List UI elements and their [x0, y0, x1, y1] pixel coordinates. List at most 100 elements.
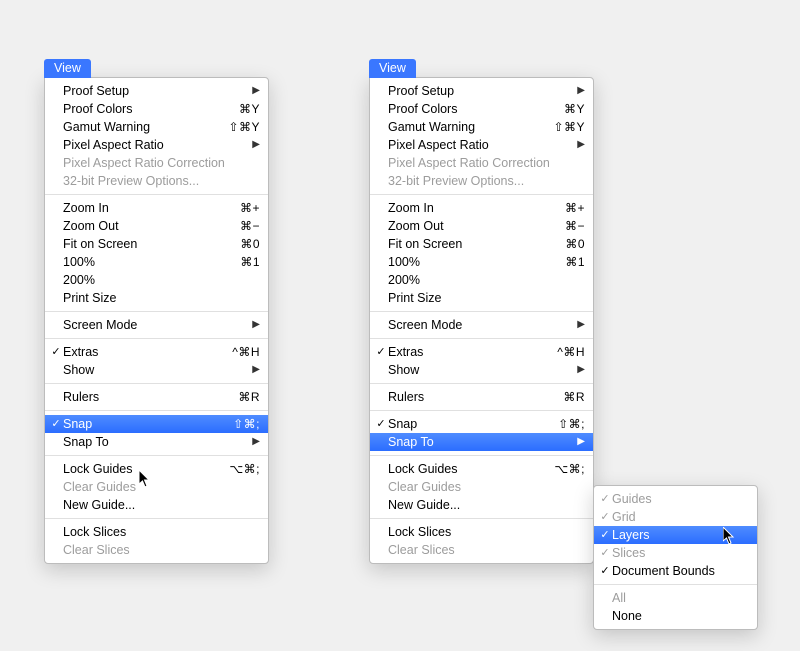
menu-item-screen-mode[interactable]: Screen Mode▶ — [45, 316, 268, 334]
menu-shortcut: ⌘1 — [549, 253, 585, 271]
menu-item-label: Proof Colors — [63, 100, 224, 118]
menu-item-zoom-200[interactable]: 200% — [45, 271, 268, 289]
menu-item-label: Show — [63, 361, 246, 379]
menu-item-proof-colors[interactable]: Proof Colors⌘Y — [370, 100, 593, 118]
menu-item-show[interactable]: Show▶ — [370, 361, 593, 379]
menu-item-label: Zoom In — [388, 199, 549, 217]
chevron-right-icon: ▶ — [571, 82, 585, 100]
menu-shortcut: ⌘R — [549, 388, 585, 406]
menu-item-extras[interactable]: ✓Extras^⌘H — [45, 343, 268, 361]
menu-item-snap-to[interactable]: Snap To▶ — [45, 433, 268, 451]
menu-item-label: Pixel Aspect Ratio Correction — [63, 154, 260, 172]
menu-item-rulers[interactable]: Rulers⌘R — [45, 388, 268, 406]
menu-item-label: Gamut Warning — [63, 118, 222, 136]
menu-item-lock-guides[interactable]: Lock Guides⌥⌘; — [45, 460, 268, 478]
check-icon: ✓ — [598, 490, 612, 508]
menu-separator — [45, 194, 268, 195]
chevron-right-icon: ▶ — [571, 433, 585, 451]
menu-item-label: Fit on Screen — [388, 235, 549, 253]
menu-shortcut: ^⌘H — [224, 343, 260, 361]
menu-item-print-size[interactable]: Print Size — [45, 289, 268, 307]
menu-item-label: Zoom Out — [388, 217, 549, 235]
menu-item-snap[interactable]: ✓Snap⇧⌘; — [45, 415, 268, 433]
menu-shortcut: ⌘0 — [224, 235, 260, 253]
menu-separator — [370, 194, 593, 195]
menu-separator — [45, 410, 268, 411]
menu-item-label: Snap — [63, 415, 224, 433]
menu-item-zoom-100[interactable]: 100%⌘1 — [370, 253, 593, 271]
menu-item-zoom-100[interactable]: 100%⌘1 — [45, 253, 268, 271]
menu-item-snap-grid: ✓Grid — [594, 508, 757, 526]
menu-item-label: Fit on Screen — [63, 235, 224, 253]
menu-item-snap-to[interactable]: Snap To▶ — [370, 433, 593, 451]
menu-title[interactable]: View — [369, 59, 416, 78]
menu-item-zoom-in[interactable]: Zoom In⌘+ — [45, 199, 268, 217]
menu-item-lock-slices[interactable]: Lock Slices — [45, 523, 268, 541]
check-icon: ✓ — [374, 415, 388, 433]
menu-separator — [370, 455, 593, 456]
view-menu-right[interactable]: View Proof Setup▶Proof Colors⌘YGamut War… — [369, 77, 594, 564]
chevron-right-icon: ▶ — [246, 136, 260, 154]
menu-item-pixel-aspect-ratio[interactable]: Pixel Aspect Ratio▶ — [45, 136, 268, 154]
menu-item-lock-slices[interactable]: Lock Slices — [370, 523, 593, 541]
menu-item-zoom-200[interactable]: 200% — [370, 271, 593, 289]
menu-separator — [370, 383, 593, 384]
menu-separator — [45, 455, 268, 456]
chevron-right-icon: ▶ — [246, 433, 260, 451]
menu-item-label: Snap — [388, 415, 549, 433]
menu-item-label: 200% — [63, 271, 260, 289]
menu-item-zoom-in[interactable]: Zoom In⌘+ — [370, 199, 593, 217]
chevron-right-icon: ▶ — [246, 82, 260, 100]
snap-to-submenu[interactable]: ✓Guides✓Grid✓Layers✓Slices✓Document Boun… — [593, 485, 758, 630]
menu-item-zoom-out[interactable]: Zoom Out⌘− — [45, 217, 268, 235]
menu-item-label: Pixel Aspect Ratio Correction — [388, 154, 585, 172]
menu-separator — [370, 338, 593, 339]
view-menu-left[interactable]: View Proof Setup▶Proof Colors⌘YGamut War… — [44, 77, 269, 564]
menu-item-zoom-out[interactable]: Zoom Out⌘− — [370, 217, 593, 235]
check-icon: ✓ — [49, 415, 63, 433]
menu-item-snap[interactable]: ✓Snap⇧⌘; — [370, 415, 593, 433]
menu-item-pixel-aspect-ratio[interactable]: Pixel Aspect Ratio▶ — [370, 136, 593, 154]
chevron-right-icon: ▶ — [246, 316, 260, 334]
menu-item-label: Snap To — [388, 433, 571, 451]
menu-shortcut: ⇧⌘Y — [547, 118, 585, 136]
menu-shortcut: ⌘+ — [224, 199, 260, 217]
menu-separator — [45, 311, 268, 312]
menu-separator — [370, 311, 593, 312]
menu-item-label: Rulers — [63, 388, 224, 406]
menu-item-label: Pixel Aspect Ratio — [63, 136, 246, 154]
menu-shortcut: ⌘Y — [549, 100, 585, 118]
menu-item-clear-guides: Clear Guides — [370, 478, 593, 496]
menu-item-label: Extras — [388, 343, 549, 361]
menu-item-label: Show — [388, 361, 571, 379]
menu-item-snap-layers[interactable]: ✓Layers — [594, 526, 757, 544]
menu-separator — [45, 518, 268, 519]
check-icon: ✓ — [374, 343, 388, 361]
menu-item-proof-colors[interactable]: Proof Colors⌘Y — [45, 100, 268, 118]
menu-item-proof-setup[interactable]: Proof Setup▶ — [45, 82, 268, 100]
menu-item-snap-none[interactable]: None — [594, 607, 757, 625]
menu-item-print-size[interactable]: Print Size — [370, 289, 593, 307]
menu-item-rulers[interactable]: Rulers⌘R — [370, 388, 593, 406]
menu-item-screen-mode[interactable]: Screen Mode▶ — [370, 316, 593, 334]
menu-item-lock-guides[interactable]: Lock Guides⌥⌘; — [370, 460, 593, 478]
menu-item-snap-doc-bounds[interactable]: ✓Document Bounds — [594, 562, 757, 580]
menu-title[interactable]: View — [44, 59, 91, 78]
menu-item-new-guide[interactable]: New Guide... — [370, 496, 593, 514]
menu-shortcut: ⌘1 — [224, 253, 260, 271]
menu-item-snap-guides: ✓Guides — [594, 490, 757, 508]
menu-shortcut: ⌘Y — [224, 100, 260, 118]
menu-item-extras[interactable]: ✓Extras^⌘H — [370, 343, 593, 361]
menu-item-show[interactable]: Show▶ — [45, 361, 268, 379]
menu-item-proof-setup[interactable]: Proof Setup▶ — [370, 82, 593, 100]
menu-shortcut: ^⌘H — [549, 343, 585, 361]
menu-item-label: Zoom In — [63, 199, 224, 217]
menu-item-fit-on-screen[interactable]: Fit on Screen⌘0 — [370, 235, 593, 253]
menu-item-gamut-warning[interactable]: Gamut Warning⇧⌘Y — [370, 118, 593, 136]
menu-item-new-guide[interactable]: New Guide... — [45, 496, 268, 514]
menu-shortcut: ⌘0 — [549, 235, 585, 253]
menu-item-fit-on-screen[interactable]: Fit on Screen⌘0 — [45, 235, 268, 253]
menu-item-gamut-warning[interactable]: Gamut Warning⇧⌘Y — [45, 118, 268, 136]
menu-separator — [370, 410, 593, 411]
menu-item-snap-all: All — [594, 589, 757, 607]
